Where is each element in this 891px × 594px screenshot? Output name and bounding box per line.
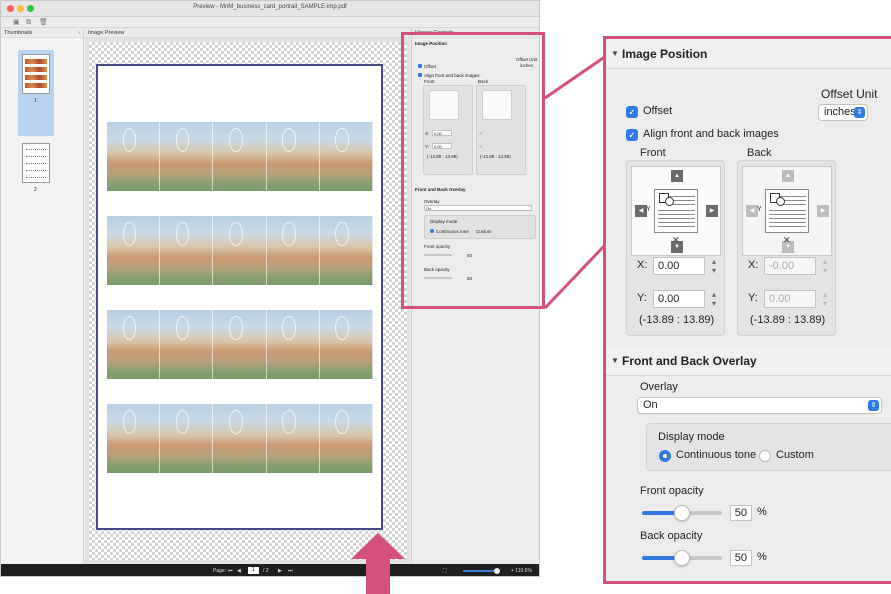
align-images-label: Align front and back images <box>643 128 779 140</box>
front-back-overlay-title: Front and Back Overlay <box>622 354 757 368</box>
page-preview-icon: Y <box>757 189 809 233</box>
image-position-header[interactable]: ▼ Image Position <box>606 39 891 69</box>
back-y-field: 0.00 <box>764 290 816 308</box>
preview-canvas[interactable] <box>89 42 407 560</box>
back-x-stepper: ▴ ▾ <box>822 257 827 275</box>
offset-unit-label: Offset Unit <box>821 87 878 101</box>
back-opacity-label: Back opacity <box>640 530 703 542</box>
card-row <box>107 216 374 285</box>
front-opacity-slider[interactable] <box>642 505 722 521</box>
zoomed-viewer-controls: ▼ Image Position Offset Unit inches ⇕ ✓ … <box>603 36 891 584</box>
front-opacity-percent: % <box>757 506 767 518</box>
overlay-label: Overlay <box>640 381 678 393</box>
origin-x-icon: ✕ <box>783 235 791 245</box>
custom-radio[interactable] <box>759 450 771 462</box>
last-page-button[interactable]: ⏭ <box>288 568 293 574</box>
disclosure-triangle-icon[interactable]: ▼ <box>611 39 619 69</box>
front-x-label: X: <box>637 259 648 271</box>
card-row <box>107 122 374 191</box>
page-total: / 2 <box>263 568 269 574</box>
back-range: (-13.89 : 13.89) <box>750 314 826 326</box>
toolbar: ▣ ⧉ 🗑 <box>1 17 539 28</box>
window-title: Preview - MnM_business_card_portrait_SAM… <box>193 4 347 10</box>
front-label: Front <box>640 147 666 159</box>
image-preview-panel: Image Preview <box>85 28 410 564</box>
front-range: (-13.89 : 13.89) <box>639 314 715 326</box>
page-number-input[interactable]: 1 <box>248 567 259 574</box>
nudge-right-button-disabled: ▶ <box>817 205 829 217</box>
front-opacity-field[interactable]: 50 <box>730 505 752 521</box>
image-preview-header: Image Preview <box>85 28 410 38</box>
trash-icon[interactable]: 🗑 <box>39 18 48 27</box>
continuous-tone-label: Continuous tone <box>676 449 757 461</box>
first-page-button[interactable]: ⏮ <box>228 568 233 574</box>
back-opacity-percent: % <box>757 551 767 563</box>
display-mode-label: Display mode <box>658 431 725 443</box>
thumbnail-page-1[interactable] <box>22 54 50 94</box>
back-opacity-knob[interactable] <box>674 550 690 566</box>
card-row <box>107 404 374 473</box>
thumbnails-title: Thumbnails <box>4 30 33 36</box>
nudge-up-button-disabled: ▲ <box>782 170 794 182</box>
disclosure-triangle-icon[interactable]: ▼ <box>611 346 619 376</box>
y-axis-marker: Y <box>757 206 762 213</box>
offset-label: Offset <box>643 105 673 117</box>
highlight-frame <box>401 32 545 309</box>
overlay-value: On <box>643 399 658 411</box>
back-x-label: X: <box>748 259 759 271</box>
thumbnail-page-2[interactable] <box>22 143 50 183</box>
thumbnail-number: 2 <box>34 187 37 193</box>
front-x-field[interactable]: 0.00 <box>653 257 705 275</box>
align-images-checkbox[interactable]: ✓ <box>626 129 638 141</box>
save-icon[interactable]: ▣ <box>13 18 20 27</box>
continuous-tone-radio[interactable] <box>659 450 671 462</box>
nudge-up-button[interactable]: ▲ <box>671 170 683 182</box>
back-opacity-slider[interactable] <box>642 550 722 566</box>
nudge-right-button[interactable]: ▶ <box>706 205 718 217</box>
back-y-label: Y: <box>748 292 758 304</box>
prev-page-button[interactable]: ◀ <box>237 568 241 574</box>
front-position-pad[interactable]: ▲ ▼ ◀ ▶ Y ✕ <box>631 166 721 256</box>
front-y-field[interactable]: 0.00 <box>653 290 705 308</box>
status-bar: Page: ⏮ ◀ 1 / 2 ▶ ⏭ ⛶ + 110.6% <box>1 564 539 576</box>
popup-arrows-icon: ⇕ <box>854 107 865 118</box>
back-x-field: -0.00 <box>764 257 816 275</box>
image-position-title: Image Position <box>622 47 708 61</box>
duplicate-icon[interactable]: ⧉ <box>26 18 31 27</box>
thumbnails-panel: Thumbnails › 1 2 <box>1 28 84 564</box>
popup-arrows-icon: ⇕ <box>868 400 879 411</box>
front-y-stepper[interactable]: ▴ ▾ <box>708 290 720 308</box>
overlay-select[interactable]: On ⇕ <box>637 397 882 414</box>
back-y-stepper: ▴ ▾ <box>822 290 827 308</box>
back-position-pad: ▲ ▼ ◀ ▶ Y ✕ <box>742 166 832 256</box>
y-axis-marker: Y <box>646 206 651 213</box>
offset-unit-select[interactable]: inches ⇕ <box>818 104 868 121</box>
preview-page <box>96 64 383 530</box>
front-opacity-label: Front opacity <box>640 485 704 497</box>
chevron-right-icon[interactable]: › <box>78 28 80 38</box>
back-label: Back <box>747 147 772 159</box>
next-page-button[interactable]: ▶ <box>278 568 282 574</box>
thumbnail-number: 1 <box>34 98 37 104</box>
page-preview-icon: Y <box>646 189 698 233</box>
offset-unit-value: inches <box>824 106 856 118</box>
front-back-overlay-header[interactable]: ▼ Front and Back Overlay <box>606 346 891 376</box>
back-opacity-field[interactable]: 50 <box>730 550 752 566</box>
pointer-arrow <box>351 533 405 594</box>
offset-checkbox[interactable]: ✓ <box>626 106 638 118</box>
card-row <box>107 310 374 379</box>
page-label: Page: <box>213 568 227 574</box>
zoom-slider[interactable] <box>463 568 500 574</box>
fit-icon[interactable]: ⛶ <box>443 568 447 574</box>
custom-label: Custom <box>776 449 814 461</box>
title-bar: Preview - MnM_business_card_portrait_SAM… <box>1 1 539 17</box>
thumbnails-header: Thumbnails › <box>1 28 83 38</box>
front-x-stepper[interactable]: ▴ ▾ <box>708 257 720 275</box>
front-y-label: Y: <box>637 292 647 304</box>
zoom-value: + 110.6% <box>511 568 532 574</box>
origin-x-icon: ✕ <box>672 235 680 245</box>
front-opacity-knob[interactable] <box>674 505 690 521</box>
image-preview-title: Image Preview <box>88 30 125 36</box>
